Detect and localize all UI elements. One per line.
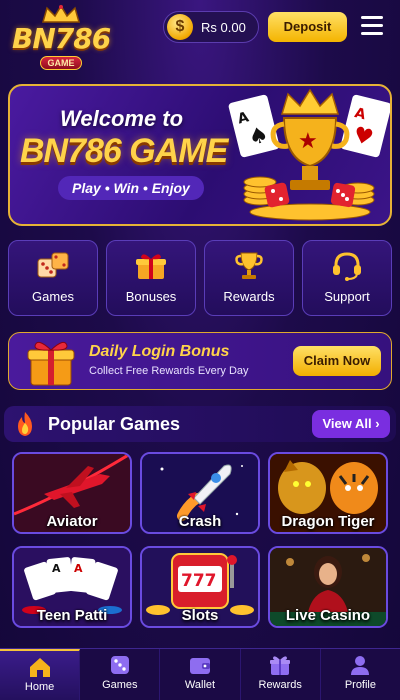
category-games[interactable]: Games <box>8 240 98 316</box>
hamburger-menu-icon[interactable] <box>361 16 383 36</box>
wallet-icon <box>190 658 210 674</box>
bonus-title: Daily Login Bonus <box>89 343 230 360</box>
nav-label: Rewards <box>258 679 302 691</box>
view-all-label: View All <box>322 416 372 431</box>
chevron-right-icon: › <box>375 416 380 431</box>
svg-text:A: A <box>52 562 61 575</box>
crown-icon <box>42 4 80 23</box>
svg-text:★: ★ <box>298 129 318 154</box>
gift-icon <box>270 656 291 675</box>
balance-display[interactable]: $ Rs 0.00 <box>163 11 259 43</box>
balance-amount: Rs 0.00 <box>201 19 246 35</box>
nav-profile[interactable]: Profile <box>321 649 400 700</box>
daily-login-bonus-card[interactable]: Daily Login Bonus Collect Free Rewards E… <box>8 332 392 390</box>
nav-label: Games <box>102 679 138 691</box>
nav-label: Wallet <box>184 679 216 691</box>
top-bar: BN786 GAME $ Rs 0.00 Deposit <box>0 0 400 80</box>
category-label: Rewards <box>223 289 275 304</box>
nav-wallet[interactable]: Wallet <box>160 649 241 700</box>
nav-games[interactable]: Games <box>80 649 161 700</box>
game-tile-dragon-tiger[interactable]: Dragon Tiger <box>268 452 388 534</box>
nav-label: Profile <box>344 679 376 691</box>
svg-text:A: A <box>74 562 83 575</box>
category-row: Games Bonuses Rewards Support <box>8 240 392 316</box>
app-logo[interactable]: BN786 GAME <box>12 4 111 76</box>
banner-welcome-text: Welcome to <box>60 106 184 131</box>
game-name: Slots <box>181 607 219 624</box>
flame-icon <box>18 412 32 436</box>
claim-now-button[interactable]: Claim Now <box>293 346 381 376</box>
game-name: Teen Patti <box>36 607 108 624</box>
welcome-banner[interactable]: Welcome to BN786 GAME Play • Win • Enjoy… <box>8 84 392 226</box>
user-icon <box>351 656 370 675</box>
category-bonuses[interactable]: Bonuses <box>106 240 196 316</box>
game-tile-teen-patti[interactable]: AA Teen Patti <box>12 546 132 628</box>
category-label: Games <box>32 289 74 304</box>
popular-games-header: Popular Games View All › <box>4 406 396 442</box>
gift-icon <box>136 254 166 279</box>
game-tile-crash[interactable]: Crash <box>140 452 260 534</box>
popular-games-title: Popular Games <box>48 413 181 434</box>
game-tile-aviator[interactable]: Aviator <box>12 452 132 534</box>
trophy-icon <box>235 252 263 279</box>
bonus-subtitle: Collect Free Rewards Every Day <box>89 365 249 377</box>
deposit-button[interactable]: Deposit <box>268 12 347 42</box>
category-support[interactable]: Support <box>302 240 392 316</box>
coin-icon: $ <box>167 14 193 40</box>
nav-home[interactable]: Home <box>0 649 81 700</box>
nav-label: Home <box>24 681 55 693</box>
category-label: Support <box>324 289 370 304</box>
game-name: Live Casino <box>285 607 371 624</box>
game-tile-slots[interactable]: 777 Slots <box>140 546 260 628</box>
bottom-navigation: Home Games Wallet Rewards Profile <box>0 648 400 700</box>
home-icon <box>29 658 50 677</box>
dice-icon <box>110 656 129 674</box>
gift-box-icon <box>27 341 75 386</box>
svg-text:777: 777 <box>181 571 217 591</box>
logo-subtext: GAME <box>40 56 82 70</box>
nav-rewards[interactable]: Rewards <box>241 649 321 700</box>
headset-icon <box>333 252 361 281</box>
view-all-button[interactable]: View All › <box>312 410 390 438</box>
banner-brand-text: BN786 GAME <box>20 132 228 170</box>
category-label: Bonuses <box>125 289 177 304</box>
game-name: Dragon Tiger <box>281 513 375 530</box>
trophy-cards-illustration: A ♠ A ♥ ★ <box>228 88 390 221</box>
game-name: Crash <box>178 513 222 530</box>
game-name: Aviator <box>46 513 98 530</box>
logo-text: BN786 <box>12 22 111 55</box>
game-tile-live-casino[interactable]: Live Casino <box>268 546 388 628</box>
category-rewards[interactable]: Rewards <box>204 240 294 316</box>
banner-tagline: Play • Win • Enjoy <box>58 176 204 200</box>
dice-icon <box>37 252 69 278</box>
